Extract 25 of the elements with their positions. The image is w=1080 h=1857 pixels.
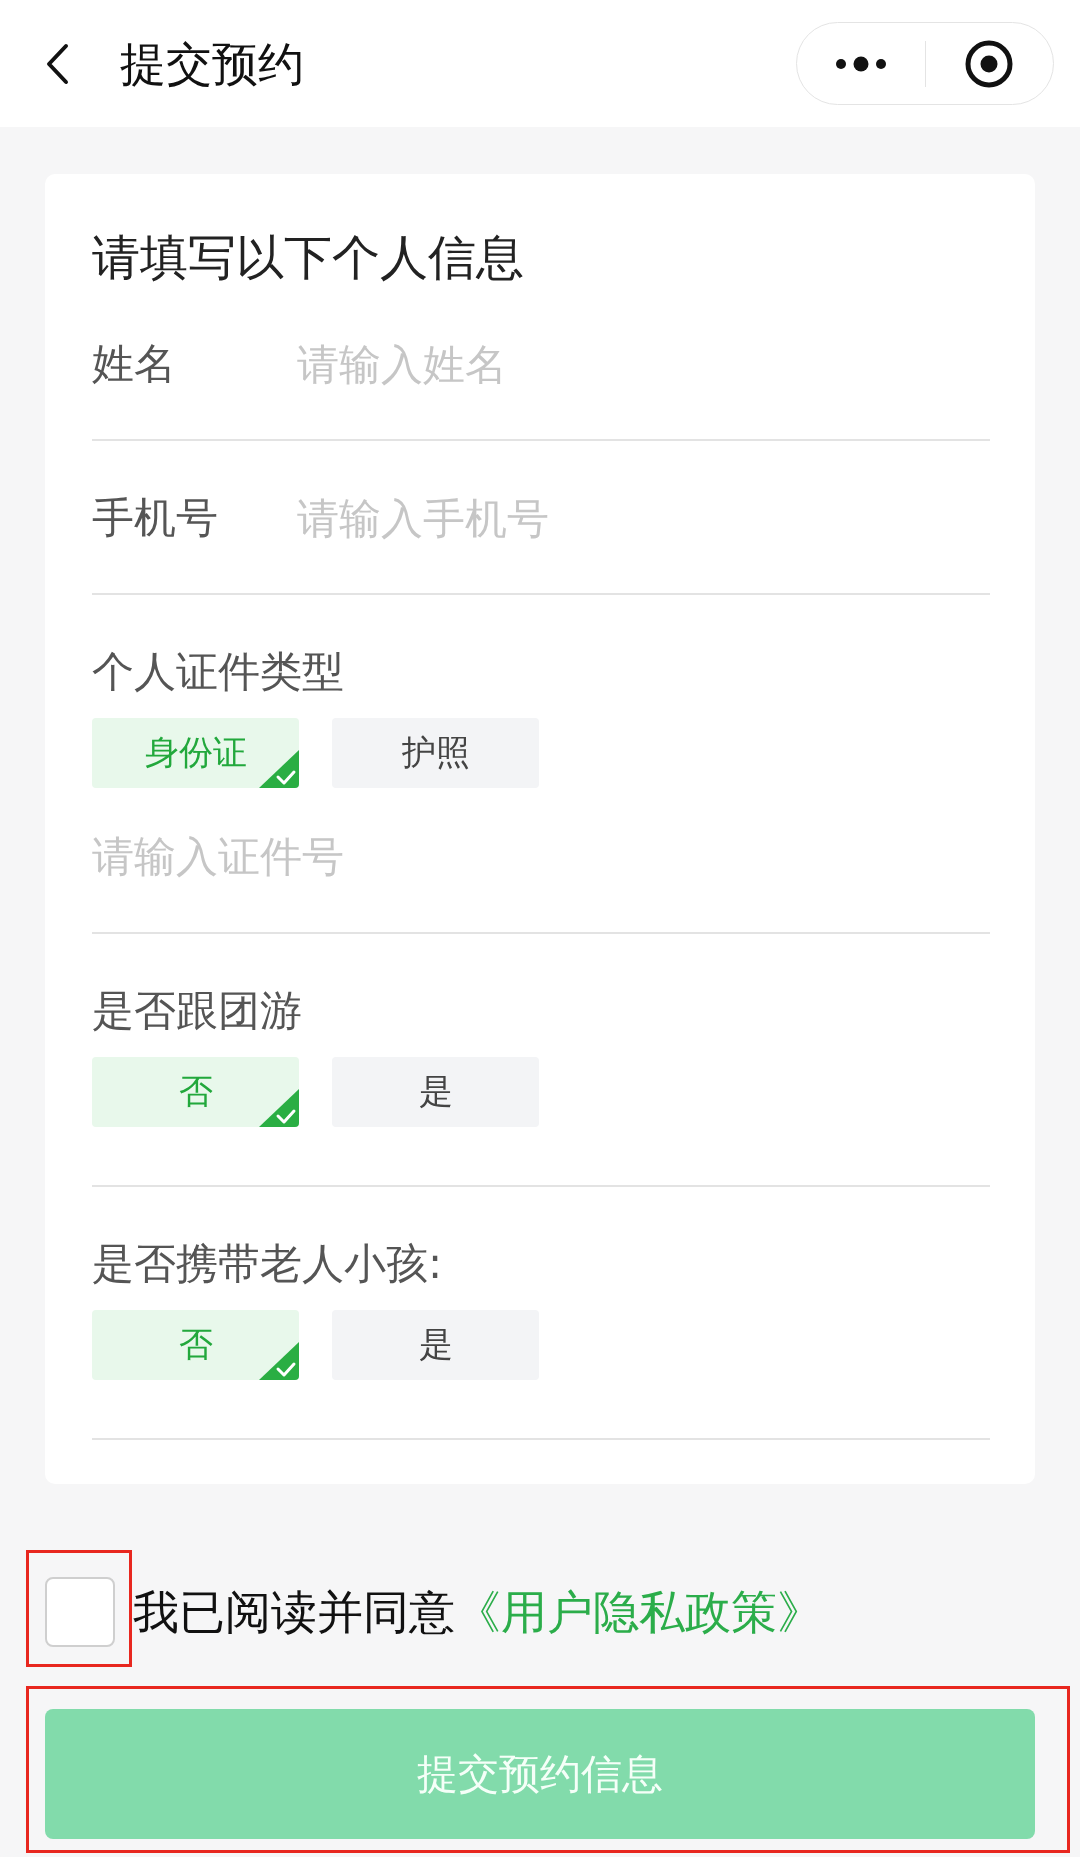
back-icon[interactable] [45, 42, 69, 85]
field-label: 是否携带老人小孩: [92, 1238, 444, 1290]
field-label: 是否跟团游 [92, 985, 303, 1037]
field-label: 姓名 [92, 338, 177, 390]
check-corner-icon [259, 1342, 299, 1380]
checkbox[interactable] [45, 1577, 115, 1647]
input-field[interactable]: 请输入姓名 [297, 335, 990, 393]
more-icon[interactable] [834, 55, 887, 72]
agreement-text: 我已阅读并同意《用户隐私政策》 [133, 1584, 823, 1641]
option-chip[interactable]: 否 [92, 1057, 299, 1127]
form-heading: 请填写以下个人信息 [92, 228, 525, 287]
target-icon[interactable] [965, 39, 1014, 88]
check-corner-icon [259, 1089, 299, 1127]
option-chip[interactable]: 是 [332, 1310, 539, 1380]
field-label: 个人证件类型 [92, 646, 345, 698]
check-corner-icon [259, 750, 299, 788]
field-label: 手机号 [92, 492, 219, 544]
option-chip[interactable]: 身份证 [92, 718, 299, 788]
option-chip[interactable]: 是 [332, 1057, 539, 1127]
option-chip[interactable]: 护照 [332, 718, 539, 788]
input-field[interactable]: 请输入证件号 [92, 827, 990, 885]
privacy-policy-link[interactable]: 《用户隐私政策》 [455, 1585, 823, 1639]
option-chip[interactable]: 否 [92, 1310, 299, 1380]
input-field[interactable]: 请输入手机号 [297, 489, 990, 547]
page-title: 提交预约 [120, 35, 305, 93]
